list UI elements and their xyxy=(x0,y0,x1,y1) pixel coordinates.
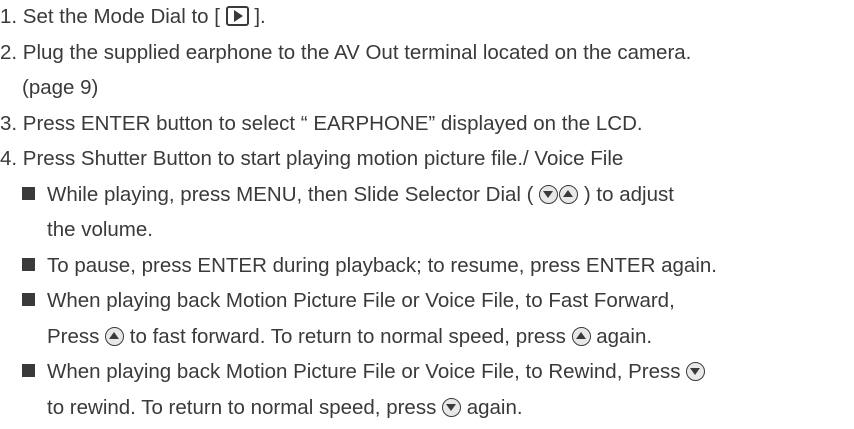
bullet-text: When playing back Motion Picture File or… xyxy=(47,289,675,312)
step-2: 2. Plug the supplied earphone to the AV … xyxy=(0,40,691,66)
bullet-text: When playing back Motion Picture File or… xyxy=(47,360,687,383)
bullet-square-icon xyxy=(22,257,35,271)
bullet-square-icon xyxy=(22,364,35,377)
down-arrow-icon xyxy=(442,397,462,417)
step-4: 4. Press Shutter Button to start playing… xyxy=(0,146,623,172)
step-number: 2. xyxy=(0,40,18,64)
up-arrow-icon xyxy=(571,326,591,346)
step-text: Press Shutter Button to start playing mo… xyxy=(17,147,624,170)
instruction-list: 1. Set the Mode Dial to [ ]. 2. Plug the… xyxy=(0,0,854,429)
bullet-text: While playing, press MENU, then Slide Se… xyxy=(47,182,540,206)
up-arrow-icon xyxy=(559,184,579,204)
step-text: Plug the supplied earphone to the AV Out… xyxy=(17,40,692,64)
step-text: Set the Mode Dial to [ xyxy=(17,5,226,28)
step-text: Press ENTER button to select “ EARPHONE”… xyxy=(17,111,643,135)
bullet-continuation: Press to fast forward. To return to norm… xyxy=(47,324,652,350)
bullet-continuation: to rewind. To return to normal speed, pr… xyxy=(47,395,523,421)
bullet-text: again. xyxy=(461,395,523,419)
down-arrow-icon xyxy=(686,362,706,381)
play-icon xyxy=(225,6,249,26)
bullet-item-pause: To pause, press ENTER during playback; t… xyxy=(22,253,717,279)
bullet-text: Press xyxy=(47,324,106,348)
step-number: 4. xyxy=(0,147,18,170)
bullet-square-icon xyxy=(22,293,35,306)
bullet-item-fast-forward: When playing back Motion Picture File or… xyxy=(22,288,675,314)
bullet-text-end: ) to adjust xyxy=(578,182,674,206)
step-3: 3. Press ENTER button to select “ EARPHO… xyxy=(0,111,643,137)
bullet-item-volume: While playing, press MENU, then Slide Se… xyxy=(22,182,674,208)
step-number: 3. xyxy=(0,111,18,135)
down-arrow-icon xyxy=(539,184,559,204)
step-text-end: ]. xyxy=(248,5,266,28)
step-1: 1. Set the Mode Dial to [ ]. xyxy=(0,4,266,30)
step-2-continuation: (page 9) xyxy=(22,76,99,99)
bullet-item-rewind: When playing back Motion Picture File or… xyxy=(22,359,706,385)
bullet-text: to fast forward. To return to normal spe… xyxy=(124,324,572,348)
bullet-text: again. xyxy=(590,324,653,348)
bullet-text: to rewind. To return to normal speed, pr… xyxy=(47,395,443,419)
bullet-square-icon xyxy=(22,186,35,200)
bullet-continuation: the volume. xyxy=(47,218,153,241)
bullet-text: To pause, press ENTER during playback; t… xyxy=(47,253,717,277)
up-arrow-icon xyxy=(105,326,125,346)
step-number: 1. xyxy=(0,5,18,28)
